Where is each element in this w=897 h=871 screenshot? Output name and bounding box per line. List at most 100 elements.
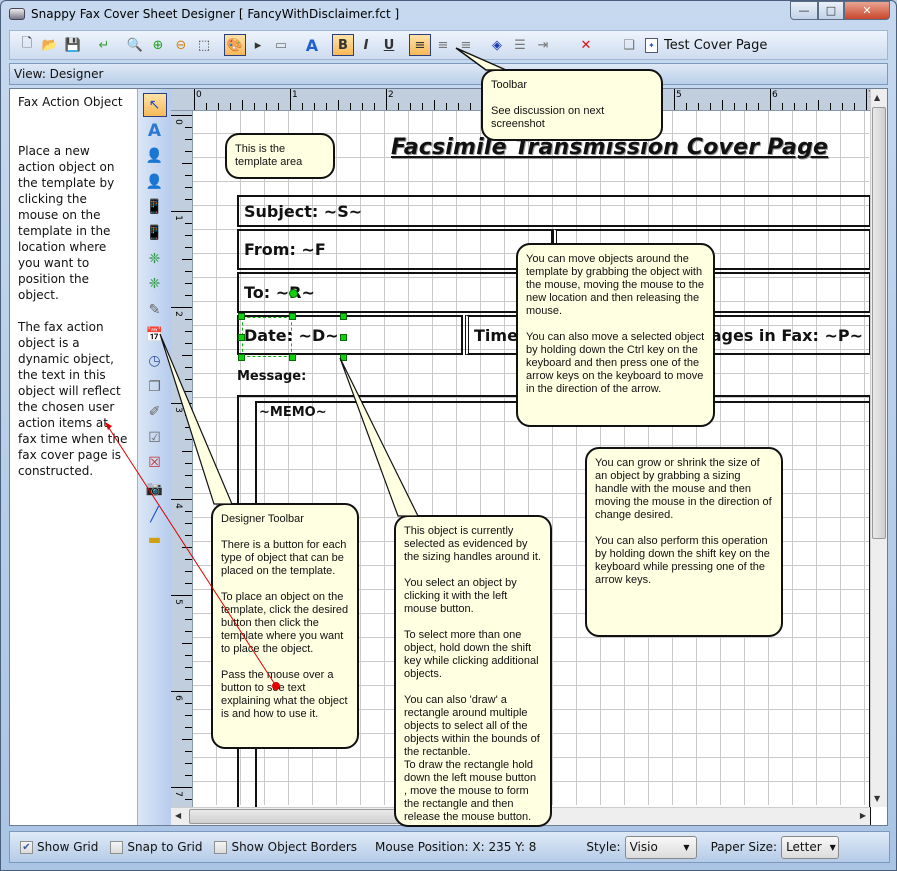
- sizing-handle[interactable]: [340, 313, 347, 320]
- subject-field[interactable]: Subject: ~S~: [237, 195, 871, 227]
- delete-button[interactable]: ✕: [575, 34, 597, 56]
- ruler-tick: [758, 103, 759, 110]
- recipient-tool-button[interactable]: 👤: [143, 170, 167, 194]
- sizing-handle[interactable]: [238, 313, 245, 320]
- paper-size-select[interactable]: Letter ▼: [781, 835, 840, 859]
- import-button[interactable]: ↵: [93, 34, 115, 56]
- sender-network-tool-button[interactable]: ❈: [143, 247, 167, 271]
- checklist-tool-button[interactable]: ☑: [143, 426, 167, 450]
- sizing-handle[interactable]: [238, 334, 245, 341]
- image-tool-button[interactable]: 📷: [143, 477, 167, 501]
- ruler-tick: [710, 103, 711, 110]
- tab-order-button[interactable]: ⇥: [532, 34, 554, 56]
- ruler-tick: [185, 631, 192, 632]
- checkbox-checked-icon[interactable]: ✔: [20, 840, 33, 854]
- ruler-tick: [182, 547, 192, 548]
- clock-tool-button[interactable]: ◷: [143, 349, 167, 373]
- ruler-tick: [185, 199, 192, 200]
- list-button[interactable]: ☰: [509, 34, 531, 56]
- style-select[interactable]: Visio ▼: [624, 835, 697, 859]
- border-button[interactable]: ◈: [486, 34, 508, 56]
- font-button[interactable]: A: [301, 34, 323, 56]
- disclaimer-tool-button[interactable]: ☒: [143, 451, 167, 475]
- italic-button[interactable]: I: [355, 34, 377, 56]
- text-tool-button[interactable]: A: [143, 119, 167, 143]
- checkbox-unchecked-icon[interactable]: [214, 840, 228, 854]
- ruler-tick: [806, 103, 807, 110]
- ruler-tick: [185, 559, 192, 560]
- align-left-icon: ≡: [414, 37, 426, 53]
- sender-network-icon: ❈: [148, 250, 161, 267]
- ruler-tick: [866, 89, 867, 110]
- align-center-button[interactable]: ≡: [432, 34, 454, 56]
- underline-button[interactable]: U: [378, 34, 400, 56]
- memo-tool-button[interactable]: ✎: [143, 298, 167, 322]
- ruler-tick: [185, 235, 192, 236]
- bold-button[interactable]: B: [332, 34, 354, 56]
- ruler-tick: [182, 259, 192, 260]
- open-folder-button[interactable]: 📂: [39, 34, 61, 56]
- preview-window-button[interactable]: ▭: [270, 34, 292, 56]
- ruler-tick: [185, 127, 192, 128]
- zoom-in-button[interactable]: ⊕: [147, 34, 169, 56]
- sizing-handle[interactable]: [238, 354, 245, 361]
- zoom-fit-button[interactable]: ⬚: [193, 34, 215, 56]
- show-grid-checkbox[interactable]: ✔ Show Grid: [20, 840, 98, 854]
- status-bar: ✔ Show Grid Snap to Grid Show Object Bor…: [9, 831, 890, 863]
- ruler-tick: [242, 100, 243, 110]
- scroll-up-icon[interactable]: ▲: [874, 93, 880, 102]
- sender-tool-button[interactable]: 👤: [143, 144, 167, 168]
- sizing-handle[interactable]: [289, 354, 296, 361]
- recipient-network-tool-button[interactable]: ❈: [143, 272, 167, 296]
- ruler-tick: [185, 427, 192, 428]
- save-button[interactable]: 💾: [62, 34, 84, 56]
- test-cover-page-button[interactable]: ✦ Test Cover Page: [645, 37, 767, 53]
- vertical-scroll-thumb[interactable]: [872, 107, 886, 539]
- ruler-tick: [194, 89, 195, 110]
- scroll-right-icon[interactable]: ▶: [860, 811, 866, 820]
- scroll-left-icon[interactable]: ◀: [175, 811, 181, 820]
- align-left-button[interactable]: ≡: [409, 34, 431, 56]
- ruler-tick: [185, 703, 192, 704]
- copy-button[interactable]: ❏: [618, 34, 640, 56]
- align-right-button[interactable]: ≡: [455, 34, 477, 56]
- designer-palette-button[interactable]: 🎨: [224, 34, 246, 56]
- ruler-tick: [185, 139, 192, 140]
- sizing-handle[interactable]: [340, 354, 347, 361]
- action-tool-button[interactable]: ✐: [143, 400, 167, 424]
- pages-tool-button[interactable]: ❐: [143, 375, 167, 399]
- minimize-button[interactable]: —: [790, 1, 818, 20]
- ruler-tick-label: 1: [292, 90, 298, 100]
- scroll-down-icon[interactable]: ▼: [874, 794, 880, 803]
- open-folder-icon: 📂: [41, 37, 59, 53]
- sizing-handle[interactable]: [289, 313, 296, 320]
- checkbox-unchecked-icon[interactable]: [110, 840, 124, 854]
- sizing-handle[interactable]: [340, 334, 347, 341]
- close-button[interactable]: ✕: [844, 1, 890, 20]
- from-field[interactable]: From: ~F: [237, 229, 553, 270]
- vertical-ruler: 0 1 2 3 4 5 6 7: [171, 111, 193, 812]
- maximize-button[interactable]: □: [818, 1, 844, 20]
- rectangle-tool-button[interactable]: ▬: [143, 528, 167, 552]
- date-tool-button[interactable]: 📅: [143, 323, 167, 347]
- vertical-scrollbar[interactable]: ▲ ▼: [870, 89, 887, 807]
- ruler-tick: [171, 691, 192, 692]
- insert-field-button[interactable]: ▸: [247, 34, 269, 56]
- recipient-fax-tool-button[interactable]: 📱: [143, 221, 167, 245]
- zoom-fit-icon: ⬚: [197, 37, 211, 53]
- new-button[interactable]: 🗋: [16, 34, 38, 56]
- zoom-in-icon: ⊕: [152, 37, 164, 53]
- snap-to-grid-checkbox[interactable]: Snap to Grid: [110, 840, 202, 854]
- print-preview-button[interactable]: 🔍: [124, 34, 146, 56]
- move-objects-callout: You can move objects around the template…: [516, 243, 715, 427]
- ruler-tick: [182, 739, 192, 740]
- show-object-borders-checkbox[interactable]: Show Object Borders: [214, 840, 357, 854]
- zoom-out-button[interactable]: ⊖: [170, 34, 192, 56]
- new-icon: 🗋: [21, 36, 33, 51]
- ruler-tick: [185, 775, 192, 776]
- line-tool-button[interactable]: ╱: [143, 503, 167, 527]
- message-label[interactable]: Message:: [237, 369, 306, 384]
- sender-fax-tool-button[interactable]: 📱: [143, 195, 167, 219]
- rotation-handle[interactable]: [289, 289, 298, 298]
- pointer-tool-button[interactable]: ↖: [142, 93, 167, 117]
